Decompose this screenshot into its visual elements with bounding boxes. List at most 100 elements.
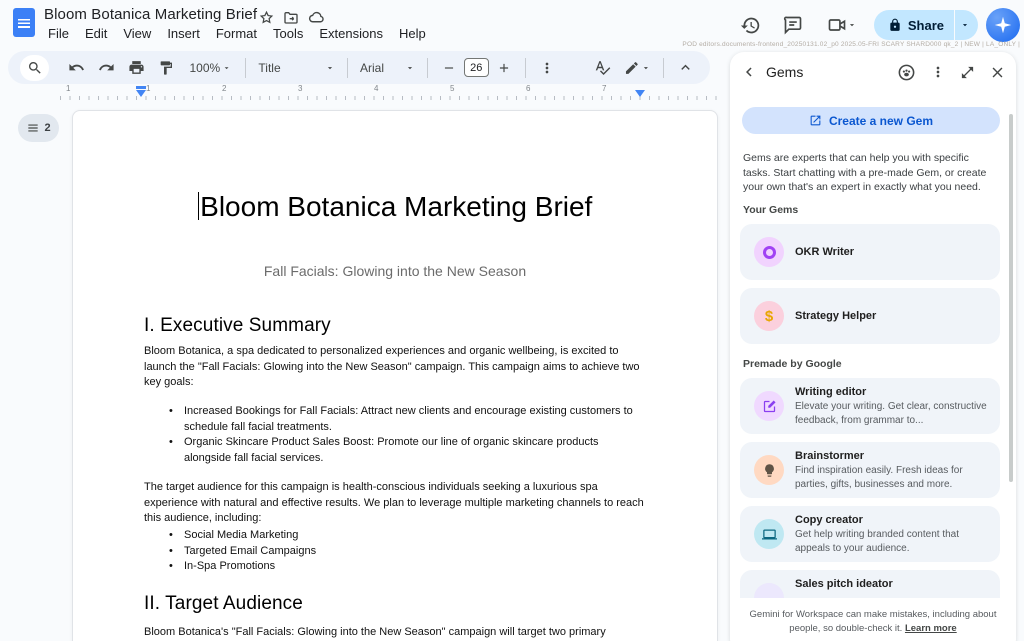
doc-subtitle-text[interactable]: Fall Facials: Glowing into the New Seaso… <box>73 263 717 279</box>
create-new-gem-button[interactable]: Create a new Gem <box>742 107 1000 134</box>
toolbar-divider <box>524 57 526 78</box>
gemini-button[interactable] <box>986 8 1020 42</box>
version-history-button[interactable] <box>734 11 768 39</box>
ruler-number: 1 <box>146 84 151 93</box>
doc-bullet-list: Increased Bookings for Fall Facials: Att… <box>169 404 639 466</box>
paragraph-style-select[interactable]: Title <box>254 55 339 81</box>
share-button[interactable]: Share <box>873 10 978 40</box>
decrease-font-size-button[interactable] <box>436 55 462 81</box>
gem-card-brainstormer[interactable]: Brainstormer Find inspiration easily. Fr… <box>740 442 1000 498</box>
font-family-select[interactable]: Arial <box>356 55 419 81</box>
gem-name: Brainstormer <box>795 450 865 462</box>
left-indent-marker[interactable] <box>136 90 146 97</box>
gem-name: Copy creator <box>795 514 863 526</box>
close-icon[interactable] <box>989 64 1006 81</box>
comments-button[interactable] <box>776 11 810 39</box>
doc-paragraph[interactable]: The target audience for this campaign is… <box>144 480 650 527</box>
minus-icon <box>444 66 454 69</box>
doc-title-text[interactable]: Bloom Botanica Marketing Brief <box>73 191 717 223</box>
spelling-grammar-button[interactable] <box>590 55 616 81</box>
menu-format[interactable]: Format <box>208 24 265 43</box>
doc-heading-2[interactable]: II. Target Audience <box>144 593 303 615</box>
learn-more-link[interactable]: Learn more <box>905 623 957 634</box>
gem-name: Writing editor <box>795 386 867 398</box>
chevron-up-icon <box>680 64 690 70</box>
spellcheck-icon <box>595 61 611 75</box>
increase-font-size-button[interactable] <box>491 55 517 81</box>
print-button[interactable] <box>123 55 149 81</box>
chevron-down-icon <box>644 66 649 69</box>
editing-mode-button[interactable] <box>620 55 656 81</box>
gem-card-strategy-helper[interactable]: $ Strategy Helper <box>740 288 1000 344</box>
build-debug-text: POD editors.documents-frontend_20250131.… <box>682 41 1020 48</box>
redo-button[interactable] <box>93 55 119 81</box>
strategy-helper-icon: $ <box>754 301 784 331</box>
undo-button[interactable] <box>63 55 89 81</box>
font-size-input[interactable]: 26 <box>463 58 489 77</box>
document-tabs-button[interactable]: 2 <box>18 114 59 142</box>
plus-icon <box>499 63 508 72</box>
doc-heading-1[interactable]: I. Executive Summary <box>144 315 331 337</box>
paw-icon[interactable] <box>897 63 916 82</box>
share-dropdown-button[interactable] <box>955 20 978 30</box>
expand-panel-icon[interactable] <box>960 65 975 80</box>
chevron-down-icon <box>224 66 229 69</box>
zoom-select[interactable]: 100% <box>183 55 237 81</box>
gem-card-copy-creator[interactable]: Copy creator Get help writing branded co… <box>740 506 1000 562</box>
meet-video-call-button[interactable] <box>818 11 866 39</box>
more-vert-icon[interactable] <box>930 64 946 80</box>
menu-bar: File Edit View Insert Format Tools Exten… <box>40 24 434 43</box>
create-gem-label: Create a new Gem <box>828 113 934 128</box>
more-vert-icon <box>545 62 548 73</box>
gems-panel-header: Gems <box>730 52 1016 92</box>
docs-logo-icon[interactable] <box>13 8 35 37</box>
gem-description: Find inspiration easily. Fresh ideas for… <box>795 465 963 490</box>
document-page[interactable]: Bloom Botanica Marketing Brief Fall Faci… <box>72 110 718 641</box>
ruler-number: 6 <box>526 84 531 93</box>
more-options-button[interactable] <box>534 55 560 81</box>
doc-paragraph[interactable]: Bloom Botanica, a spa dedicated to perso… <box>144 344 650 391</box>
your-gems-label: Your Gems <box>743 204 799 216</box>
menu-file[interactable]: File <box>40 24 77 43</box>
menu-tools[interactable]: Tools <box>265 24 311 43</box>
gem-card-okr-writer[interactable]: OKR Writer <box>740 224 1000 280</box>
toolbar-divider <box>426 57 428 78</box>
star-icon[interactable] <box>259 10 274 25</box>
doc-bullet-item[interactable]: Targeted Email Campaigns <box>169 544 639 560</box>
menu-help[interactable]: Help <box>391 24 434 43</box>
doc-bullet-item[interactable]: In-Spa Promotions <box>169 559 639 575</box>
gems-description: Gems are experts that can help you with … <box>743 152 987 193</box>
menu-extensions[interactable]: Extensions <box>311 24 391 43</box>
ruler-number: 7 <box>602 84 607 93</box>
menu-insert[interactable]: Insert <box>159 24 208 43</box>
share-main[interactable]: Share <box>874 18 954 33</box>
paint-format-button[interactable] <box>153 55 179 81</box>
ruler-number: 2 <box>222 84 227 93</box>
ruler-number: 3 <box>298 84 303 93</box>
panel-scrollbar[interactable] <box>1009 114 1013 482</box>
copy-creator-laptop-icon <box>754 519 784 549</box>
doc-bullet-item[interactable]: Organic Skincare Product Sales Boost: Pr… <box>169 435 639 466</box>
tab-count: 2 <box>44 122 51 134</box>
gems-side-panel: Gems Create a new Gem Gems are experts t… <box>730 52 1016 641</box>
back-button[interactable] <box>740 63 758 81</box>
search-menus-button[interactable] <box>20 54 50 81</box>
ruler-number: 1 <box>66 84 71 93</box>
right-indent-marker[interactable] <box>635 90 645 97</box>
hide-menus-button[interactable] <box>672 55 698 81</box>
menu-edit[interactable]: Edit <box>77 24 115 43</box>
menu-view[interactable]: View <box>115 24 159 43</box>
meet-caret-icon <box>849 24 854 27</box>
premade-by-google-label: Premade by Google <box>743 358 842 370</box>
undo-icon <box>69 63 84 71</box>
doc-bullet-item[interactable]: Increased Bookings for Fall Facials: Att… <box>169 404 639 435</box>
document-title-input[interactable]: Bloom Botanica Marketing Brief <box>44 6 257 23</box>
first-line-indent-marker[interactable] <box>136 86 146 89</box>
doc-paragraph[interactable]: Bloom Botanica's "Fall Facials: Glowing … <box>144 625 650 641</box>
doc-bullet-item[interactable]: Social Media Marketing <box>169 528 639 544</box>
pen-icon <box>625 61 638 74</box>
doc-bullet-list: Social Media Marketing Targeted Email Ca… <box>169 528 639 575</box>
toolbar-divider <box>245 57 247 78</box>
gem-name: Strategy Helper <box>795 310 877 322</box>
gem-card-writing-editor[interactable]: Writing editor Elevate your writing. Get… <box>740 378 1000 434</box>
